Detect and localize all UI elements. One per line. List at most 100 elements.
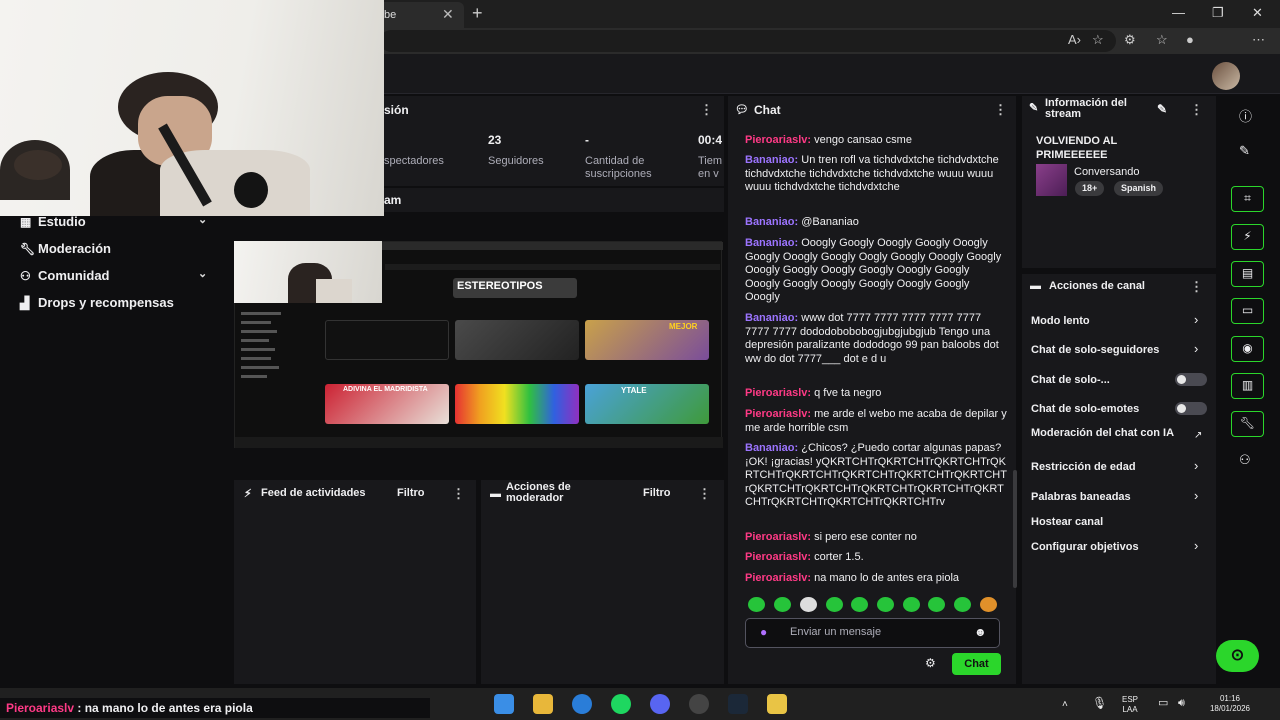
action-age-restriction[interactable]: Restricción de edad — [1031, 461, 1136, 473]
tag-badge[interactable]: Spanish — [1114, 181, 1164, 196]
nav-item-moderacion[interactable]: 🔧︎ Moderación — [20, 241, 111, 256]
kebab-icon[interactable]: ⋮ — [698, 486, 711, 502]
action-goals[interactable]: Configurar objetivos — [1031, 541, 1139, 553]
volume-icon[interactable]: 🔊︎ — [1178, 698, 1185, 709]
boost-button[interactable]: ⚡︎ — [1231, 224, 1264, 250]
stream-category[interactable]: Conversando — [1074, 166, 1139, 178]
browser-tab[interactable]: be ✕ — [372, 2, 464, 28]
action-host-channel[interactable]: Hostear canal — [1031, 516, 1103, 528]
chevron-right-icon[interactable]: › — [1194, 341, 1198, 356]
url-input[interactable] — [380, 30, 1116, 52]
chevron-right-icon[interactable]: › — [1194, 312, 1198, 327]
tag-badge[interactable]: 18+ — [1075, 181, 1105, 196]
notes-button[interactable]: ▤ — [1231, 261, 1264, 287]
emote-icon[interactable] — [826, 597, 843, 612]
emote-icon[interactable] — [748, 597, 765, 612]
clip-button[interactable]: ⌗ — [1231, 186, 1264, 212]
spotify-icon[interactable] — [611, 694, 631, 714]
microphone-icon[interactable]: ● — [760, 625, 767, 639]
category-boxart[interactable] — [1036, 164, 1067, 196]
emote-icon[interactable] — [800, 597, 817, 612]
edge-browser-icon[interactable] — [572, 694, 592, 714]
chat-username[interactable]: Bananiao — [745, 442, 795, 454]
activity-filter-button[interactable]: Filtro — [397, 487, 425, 499]
kebab-icon[interactable]: ⋮ — [700, 102, 713, 118]
language-indicator[interactable]: ESP LAA — [1118, 695, 1142, 715]
windows-start-icon[interactable] — [494, 694, 514, 714]
chat-username[interactable]: Bananiao — [745, 216, 795, 228]
profile-icon[interactable]: ● — [1186, 32, 1194, 47]
chat-username[interactable]: Bananiao — [745, 312, 795, 324]
info-icon[interactable]: ⓘ — [1239, 106, 1252, 125]
emote-icon[interactable] — [954, 597, 971, 612]
favorite-star-icon[interactable]: ☆ — [1092, 32, 1104, 48]
network-icon[interactable]: ▭ — [1158, 698, 1168, 709]
pencil-icon[interactable]: ✎ — [1239, 143, 1250, 159]
new-tab-button[interactable]: + — [472, 3, 483, 24]
external-link-icon[interactable]: ↗ — [1194, 430, 1202, 441]
emote-icon[interactable] — [903, 597, 920, 612]
chevron-right-icon[interactable]: › — [1194, 458, 1198, 473]
chat-send-button[interactable]: Chat — [952, 653, 1001, 675]
toggle-solo-emotes[interactable] — [1175, 402, 1207, 415]
file-explorer-icon[interactable] — [533, 694, 553, 714]
maximize-button[interactable]: ❐ — [1212, 5, 1224, 21]
action-solo-seguidores[interactable]: Chat de solo-seguidores — [1031, 344, 1159, 356]
toggle-solo-subs[interactable] — [1175, 373, 1207, 386]
steam-icon[interactable] — [728, 694, 748, 714]
chat-scrollbar[interactable] — [1013, 470, 1017, 588]
favorites-icon[interactable]: ☆ — [1156, 32, 1168, 48]
emote-icon[interactable] — [877, 597, 894, 612]
emote-icon[interactable] — [774, 597, 791, 612]
community-icon[interactable]: ⚇ — [1239, 452, 1251, 468]
chat-username[interactable]: Pieroariaslv — [745, 551, 807, 563]
mod-filter-button[interactable]: Filtro — [643, 487, 671, 499]
minimize-button[interactable]: — — [1172, 5, 1185, 20]
chat-username[interactable]: Pieroariaslv — [745, 572, 807, 584]
nav-item-drops[interactable]: ▟ Drops y recompensas — [20, 295, 174, 310]
chat-username[interactable]: Pieroariaslv — [745, 134, 807, 146]
chat-username[interactable]: Pieroariaslv — [745, 408, 807, 420]
chat-username[interactable]: Bananiao — [745, 237, 795, 249]
action-banned-words[interactable]: Palabras baneadas — [1031, 491, 1131, 503]
kebab-icon[interactable]: ⋮ — [1190, 102, 1203, 118]
clock[interactable]: 01:16 18/01/2026 — [1200, 694, 1260, 714]
stream-title: VOLVIENDO AL PRIMEEEEEE — [1036, 135, 1118, 161]
discord-icon[interactable] — [650, 694, 670, 714]
nav-item-comunidad[interactable]: ⚇ Comunidad ⌄ — [20, 268, 207, 283]
obs-icon[interactable] — [689, 694, 709, 714]
extensions-icon[interactable]: ⚙ — [1124, 32, 1136, 48]
chevron-right-icon[interactable]: › — [1194, 488, 1198, 503]
app-icon[interactable] — [767, 694, 787, 714]
chat-bubble-button[interactable]: ▭ — [1231, 298, 1264, 324]
nav-item-estudio[interactable]: ▦ Estudio ⌄ — [20, 214, 207, 229]
microphone-icon[interactable]: 🎙︎ — [1092, 697, 1107, 709]
stat-value: 23 — [488, 133, 502, 147]
tools-button[interactable]: 🔧︎ — [1231, 411, 1264, 437]
emote-icon[interactable] — [928, 597, 945, 612]
broadcast-button[interactable]: ◉ — [1231, 336, 1264, 362]
help-button[interactable]: ⊙ — [1216, 640, 1259, 672]
kebab-icon[interactable]: ⋮ — [1190, 279, 1203, 295]
chevron-right-icon[interactable]: › — [1194, 538, 1198, 553]
tray-chevron-icon[interactable]: ˄ — [1062, 700, 1068, 710]
emoji-picker-icon[interactable]: ☻ — [974, 625, 987, 639]
avatar[interactable] — [1212, 62, 1240, 90]
chat-username[interactable]: Bananiao — [745, 154, 795, 166]
layout-button[interactable]: ▥ — [1231, 373, 1264, 399]
settings-gear-icon[interactable]: ⚙ — [925, 656, 936, 670]
close-tab-icon[interactable]: ✕ — [442, 6, 454, 23]
chat-username[interactable]: Pieroariaslv — [745, 387, 807, 399]
kebab-icon[interactable]: ⋮ — [994, 102, 1007, 118]
close-window-button[interactable]: ✕ — [1252, 5, 1263, 21]
kebab-icon[interactable]: ⋮ — [452, 486, 465, 502]
read-aloud-icon[interactable]: A› — [1068, 32, 1081, 47]
action-ai-moderation[interactable]: Moderación del chat con IA — [1031, 428, 1181, 439]
more-icon[interactable]: ⋯ — [1252, 32, 1265, 48]
action-modo-lento[interactable]: Modo lento — [1031, 315, 1090, 327]
chat-input[interactable]: ● Enviar un mensaje ☻ — [745, 618, 1000, 648]
edit-icon[interactable]: ✎ — [1157, 102, 1167, 116]
chat-username[interactable]: Pieroariaslv — [745, 531, 807, 543]
emote-icon[interactable] — [980, 597, 997, 612]
emote-icon[interactable] — [851, 597, 868, 612]
